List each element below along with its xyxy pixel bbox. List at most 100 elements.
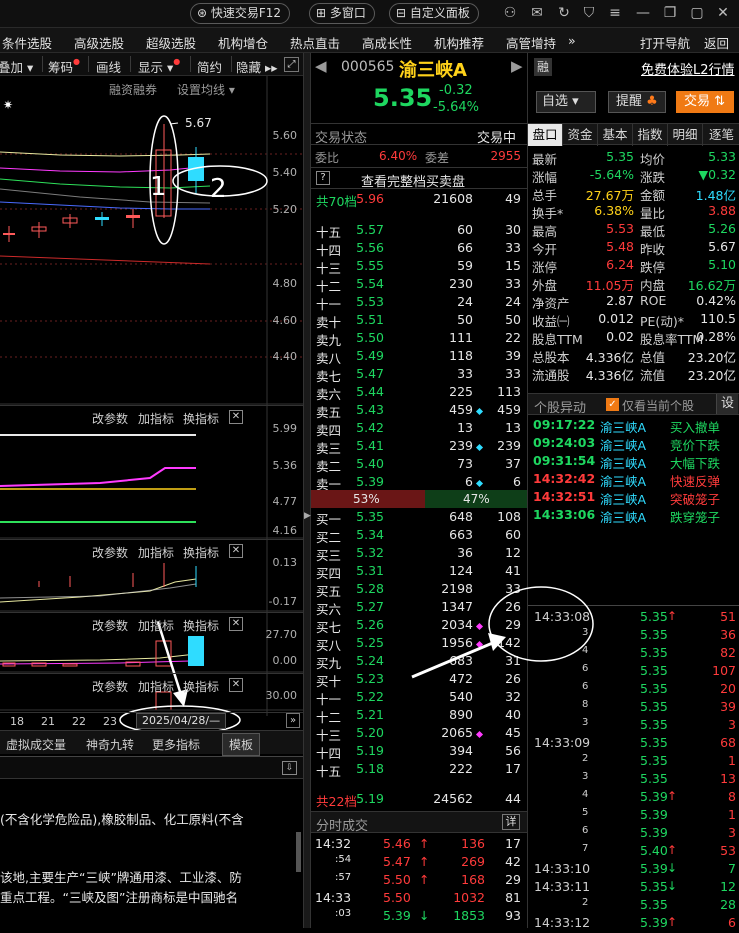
menu-open-nav[interactable]: 打开导航: [640, 33, 690, 52]
collapse-icon[interactable]: ⇩: [282, 761, 297, 775]
alert-row[interactable]: 09:31:54 渝三峡A 大幅下跌: [528, 453, 739, 471]
detail-button[interactable]: 详: [502, 814, 520, 830]
tab-tick[interactable]: 逐笔: [703, 124, 739, 146]
level-price: 5.20: [356, 725, 384, 740]
params-button[interactable]: 改参数: [92, 617, 128, 634]
mail-icon[interactable]: ✉: [528, 4, 546, 22]
tab-basic[interactable]: 基本: [598, 124, 633, 146]
watchlist-dropdown[interactable]: 自选 ▾: [536, 91, 596, 113]
close-icon[interactable]: ✕: [714, 4, 732, 22]
display-button[interactable]: 显示 ▾●: [138, 57, 180, 76]
quote-label: 流值: [640, 368, 666, 383]
alert-stock: 渝三峡A: [600, 510, 647, 525]
menu-icon[interactable]: ≡: [606, 4, 624, 22]
add-indicator-button[interactable]: 加指标: [138, 678, 174, 695]
level-volume: 124: [449, 563, 473, 578]
close-icon[interactable]: ✕: [229, 410, 243, 424]
add-indicator-button[interactable]: 加指标: [138, 617, 174, 634]
sell-level-row: 卖二 5.40 73 37: [311, 456, 527, 474]
help-icon[interactable]: ?: [316, 171, 330, 185]
l2-trial-link[interactable]: 免费体验L2行情: [641, 59, 735, 78]
prev-stock-icon[interactable]: ◀: [315, 57, 327, 75]
swap-indicator-button[interactable]: 换指标: [183, 410, 219, 427]
add-indicator-button[interactable]: 加指标: [138, 410, 174, 427]
close-icon[interactable]: ✕: [229, 678, 243, 692]
swap-indicator-button[interactable]: 换指标: [183, 544, 219, 561]
level-count: 29: [505, 617, 521, 632]
quote-value: 6.38%: [594, 203, 634, 218]
menu-back[interactable]: 返回: [704, 33, 729, 52]
quote-value: 5.53: [606, 221, 634, 236]
add-indicator-button[interactable]: 加指标: [138, 544, 174, 561]
level-price: 5.25: [356, 635, 384, 650]
tab-template[interactable]: 模板: [222, 733, 261, 756]
quick-trade-button[interactable]: ⊛ 快速交易F12: [190, 3, 291, 24]
close-icon[interactable]: ✕: [229, 617, 243, 631]
alert-button[interactable]: 提醒 ♣: [608, 91, 666, 113]
hide-button[interactable]: 隐藏 ▸▸: [236, 57, 278, 76]
quote-label: 最高: [532, 224, 558, 239]
trade-label: 交易: [684, 94, 711, 109]
tick-price: 5.35: [640, 699, 668, 714]
overlay-button[interactable]: 叠加 ▾: [0, 57, 33, 76]
scrollbar-thumb[interactable]: [296, 832, 301, 872]
minimize-icon[interactable]: —: [634, 4, 652, 22]
restore-icon[interactable]: ❐: [661, 4, 679, 22]
maximize-icon[interactable]: ▢: [688, 4, 706, 22]
chips-button[interactable]: 筹码●: [48, 57, 80, 76]
alert-row[interactable]: 14:32:51 渝三峡A 突破笼子: [528, 489, 739, 507]
draw-button[interactable]: 画线: [96, 57, 121, 76]
tick-price: 5.39: [640, 861, 668, 876]
menu-institution-recommend[interactable]: 机构推荐: [434, 33, 484, 52]
quote-label: 总手: [532, 188, 558, 203]
alert-row[interactable]: 14:33:06 渝三峡A 跌穿笼子: [528, 507, 739, 525]
quote-label: 股息TTM: [532, 332, 583, 347]
tab-virtual-volume[interactable]: 虚拟成交量: [6, 736, 66, 753]
tick-time: 7: [582, 843, 589, 854]
checkbox-checked-icon[interactable]: ✓: [606, 398, 619, 411]
tick-volume: 3: [728, 825, 736, 840]
swap-indicator-button[interactable]: 换指标: [183, 617, 219, 634]
next-stock-icon[interactable]: ▶: [511, 57, 523, 75]
alerts-settings-button[interactable]: 设: [716, 394, 738, 414]
tab-more-indicators[interactable]: 更多指标: [152, 736, 200, 753]
tab-magic-nine[interactable]: 神奇九转: [86, 736, 134, 753]
simple-button[interactable]: 简约: [197, 57, 222, 76]
scroll-right-icon[interactable]: »: [286, 713, 300, 728]
fullscreen-icon[interactable]: ⤢: [284, 57, 299, 72]
alerts-header: 个股异动 ✓ 仅看当前个股 设: [528, 393, 739, 416]
user-icon[interactable]: ⚇: [501, 4, 519, 22]
params-button[interactable]: 改参数: [92, 410, 128, 427]
multi-window-button[interactable]: ⊞ 多窗口: [309, 3, 375, 24]
level-volume: 66: [457, 240, 473, 255]
collapse-arrow-icon[interactable]: ▶: [304, 511, 311, 521]
menu-executive-increase[interactable]: 高管增持: [506, 33, 556, 52]
custom-panel-button[interactable]: ⊟ 自定义面板: [389, 3, 479, 24]
close-icon[interactable]: ✕: [229, 544, 243, 558]
menu-condition-select[interactable]: 条件选股: [2, 33, 52, 52]
params-button[interactable]: 改参数: [92, 544, 128, 561]
params-button[interactable]: 改参数: [92, 678, 128, 695]
alert-row[interactable]: 09:24:03 渝三峡A 竞价下跌: [528, 435, 739, 453]
tab-index[interactable]: 指数: [633, 124, 668, 146]
panel-splitter[interactable]: ▶: [303, 53, 311, 928]
only-current-label[interactable]: 仅看当前个股: [622, 397, 694, 414]
divider: [190, 56, 191, 72]
swap-indicator-button[interactable]: 换指标: [183, 678, 219, 695]
full-book-button[interactable]: 查看完整档买卖盘: [361, 171, 465, 190]
tab-capital[interactable]: 资金: [563, 124, 598, 146]
tab-detail[interactable]: 明细: [668, 124, 703, 146]
menu-hotspot[interactable]: 热点直击: [290, 33, 340, 52]
alert-row[interactable]: 09:17:22 渝三峡A 买入撤单: [528, 417, 739, 435]
skin-icon[interactable]: ⛉: [580, 4, 598, 22]
alert-row[interactable]: 14:32:42 渝三峡A 快速反弹: [528, 471, 739, 489]
menu-institution-increase[interactable]: 机构增仓: [218, 33, 268, 52]
menu-advanced-select[interactable]: 高级选股: [74, 33, 124, 52]
trade-button[interactable]: 交易 ⇅: [676, 91, 734, 113]
refresh-icon[interactable]: ↻: [555, 4, 573, 22]
tab-handicap[interactable]: 盘口: [528, 124, 563, 146]
stock-name: 渝三峡A: [399, 60, 467, 81]
menu-more[interactable]: »: [568, 33, 576, 48]
menu-super-select[interactable]: 超级选股: [146, 33, 196, 52]
menu-high-growth[interactable]: 高成长性: [362, 33, 412, 52]
